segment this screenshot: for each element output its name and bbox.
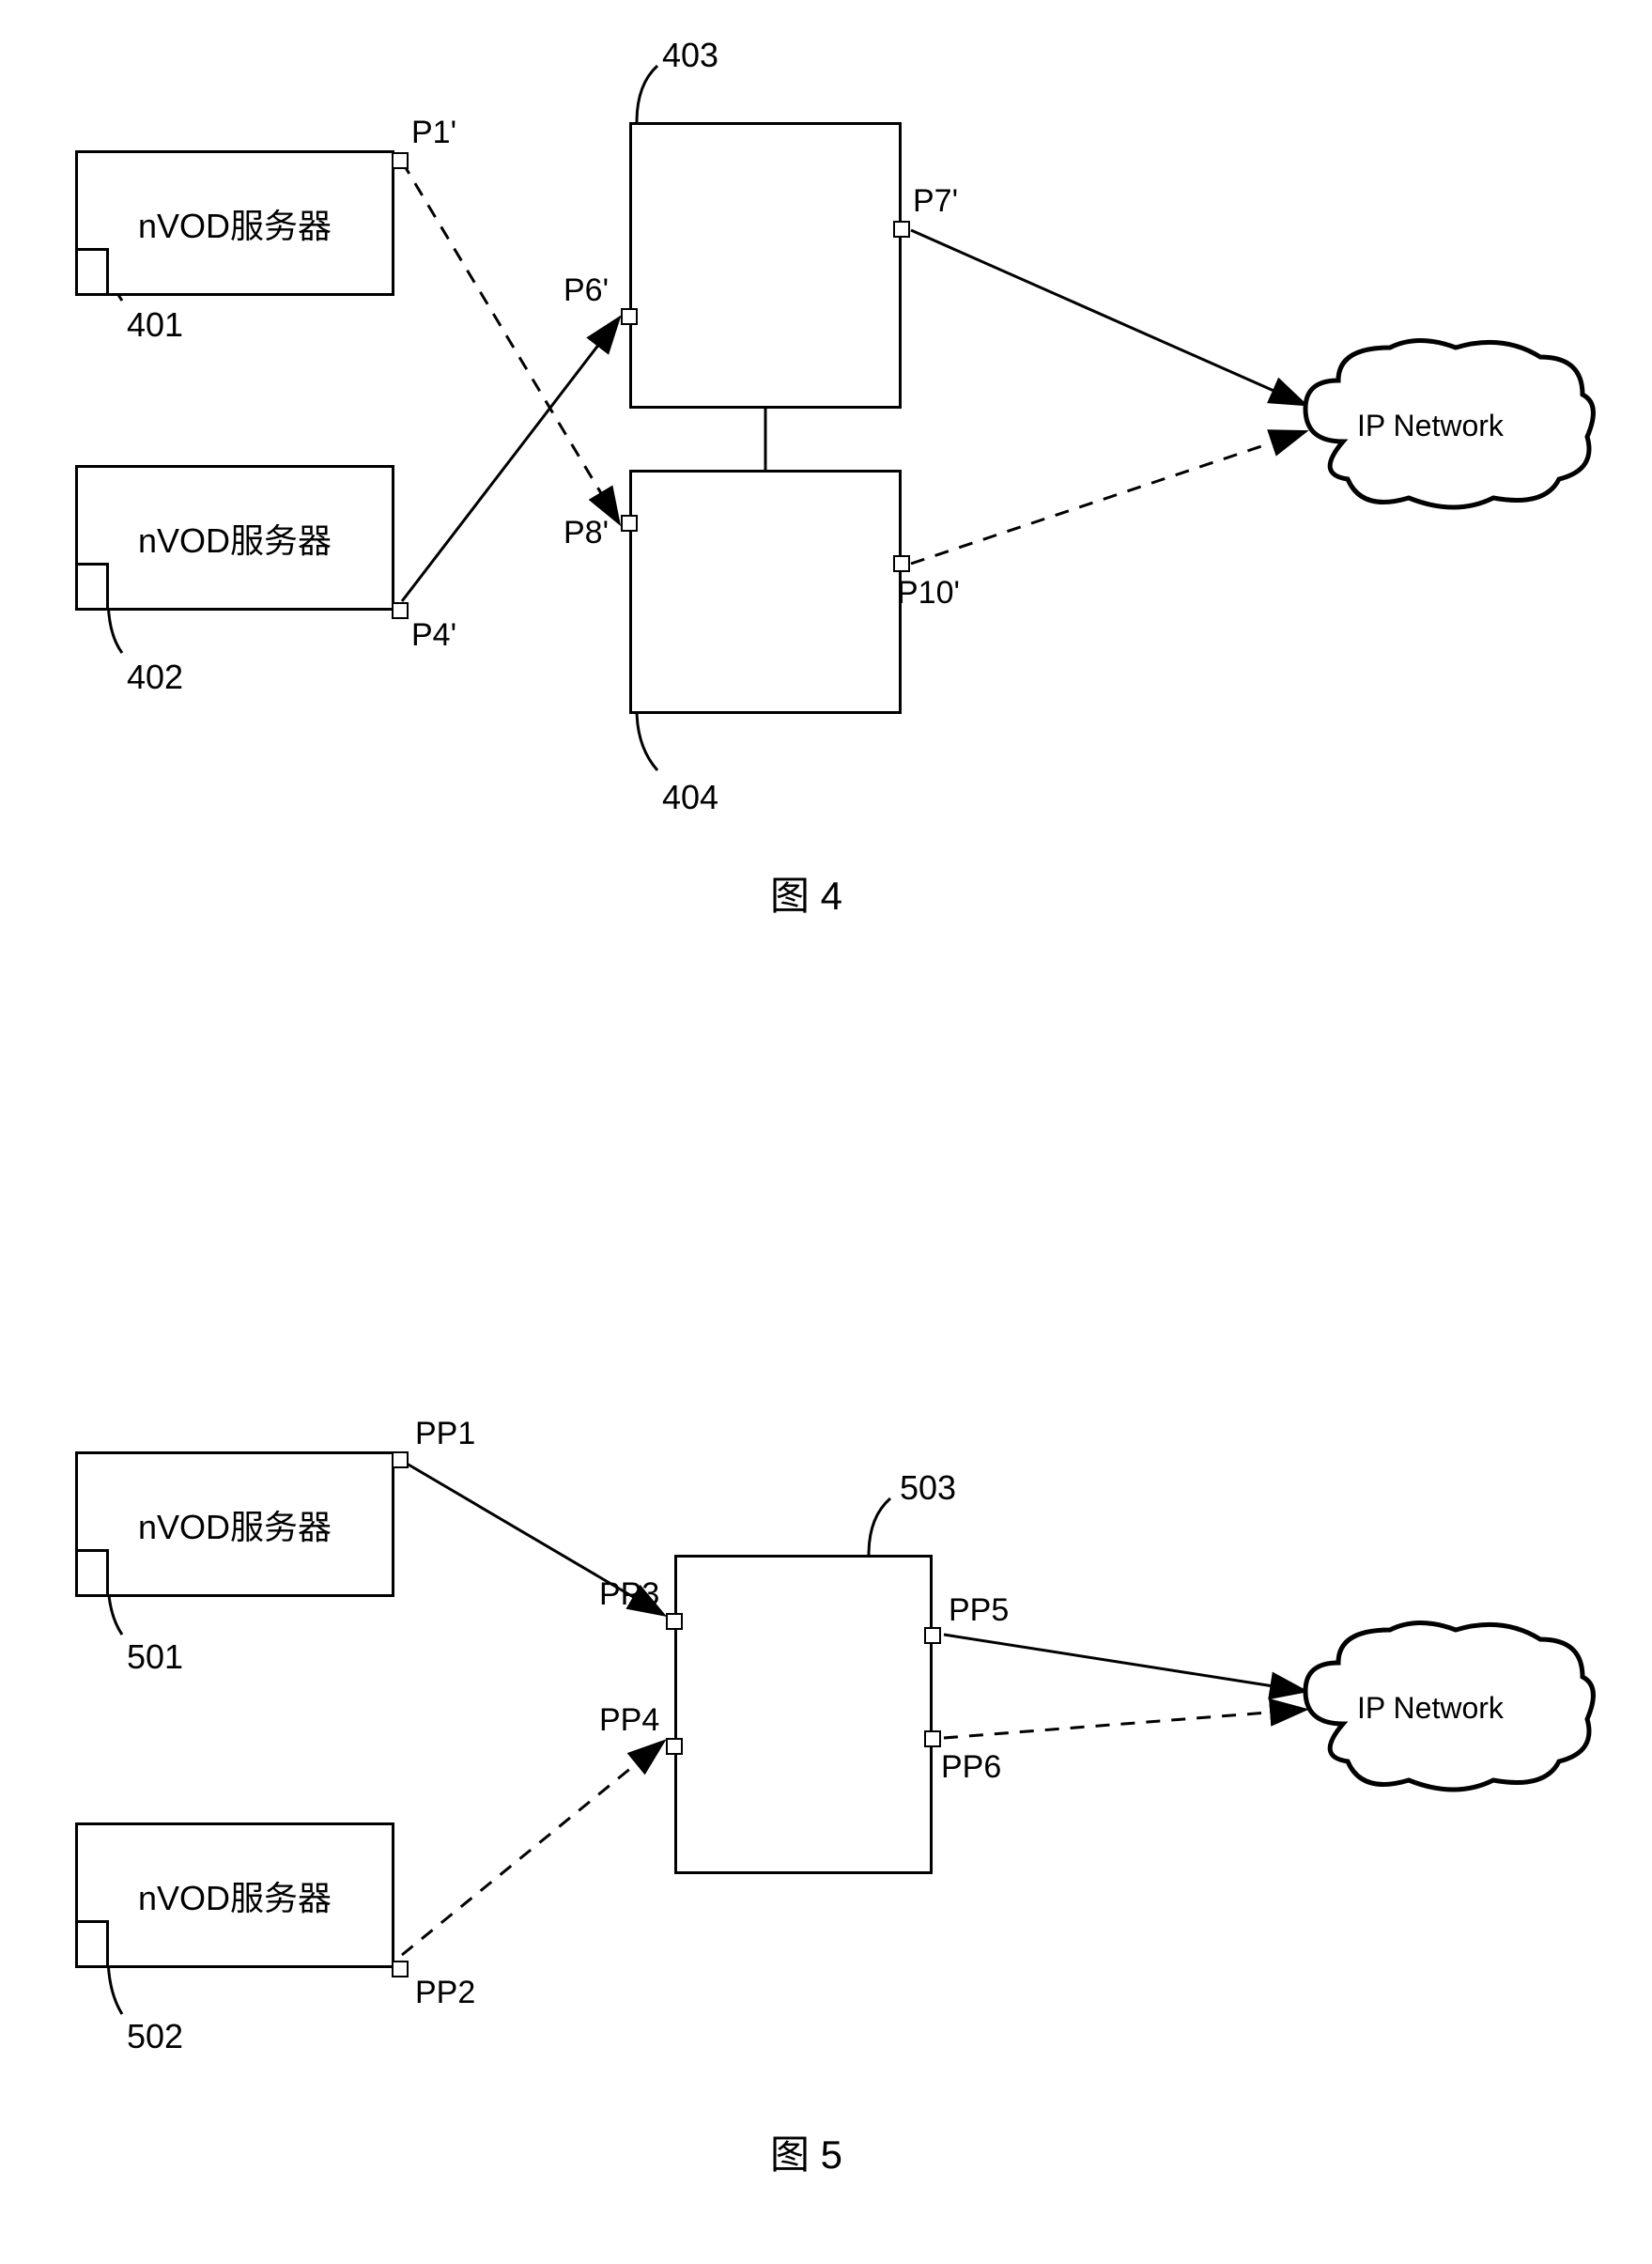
server-501-label: nVOD服务器 — [138, 1500, 332, 1549]
callout-502: 502 — [127, 2017, 183, 2056]
port-pp3 — [666, 1613, 683, 1630]
callout-404: 404 — [662, 778, 718, 817]
label-p4: P4' — [411, 617, 456, 654]
nvod-server-502: nVOD服务器 — [75, 1822, 394, 1968]
port-p4 — [392, 602, 409, 619]
cloud-label-fig4: IP Network — [1357, 409, 1504, 443]
server-1-label: nVOD服务器 — [138, 199, 332, 248]
server-2-label: nVOD服务器 — [138, 514, 332, 563]
figure-5: nVOD服务器 501 nVOD服务器 502 503 PP1 PP2 PP3 … — [0, 1240, 1652, 2179]
port-p1 — [392, 152, 409, 169]
ip-network-cloud-fig5: IP Network — [1287, 1611, 1606, 1813]
port-p7 — [893, 221, 910, 238]
figure-5-caption: 图 5 — [770, 2123, 842, 2180]
figure-4: nVOD服务器 401 nVOD服务器 402 403 404 P1' P4' … — [0, 0, 1652, 1033]
label-pp6: PP6 — [941, 1749, 1001, 1786]
port-pp6 — [924, 1730, 941, 1747]
callout-402: 402 — [127, 658, 183, 697]
label-pp2: PP2 — [415, 1975, 475, 2011]
callout-401: 401 — [127, 305, 183, 345]
nvod-server-501: nVOD服务器 — [75, 1451, 394, 1597]
label-p1: P1' — [411, 115, 456, 151]
label-pp5: PP5 — [949, 1592, 1009, 1629]
figure-4-caption: 图 4 — [770, 864, 842, 922]
label-pp3: PP3 — [599, 1576, 659, 1613]
cloud-label-fig5: IP Network — [1357, 1691, 1504, 1726]
nvod-server-2: nVOD服务器 — [75, 465, 394, 611]
nvod-server-1: nVOD服务器 — [75, 150, 394, 296]
port-p10 — [893, 555, 910, 572]
server-502-label: nVOD服务器 — [138, 1871, 332, 1920]
callout-501: 501 — [127, 1637, 183, 1677]
callout-503: 503 — [900, 1468, 956, 1508]
switch-403 — [629, 122, 902, 409]
switch-503 — [674, 1555, 933, 1874]
label-p8: P8' — [564, 515, 609, 551]
port-pp4 — [666, 1738, 683, 1755]
callout-403: 403 — [662, 36, 718, 75]
port-p8 — [621, 515, 638, 532]
label-p7: P7' — [913, 183, 958, 220]
label-pp4: PP4 — [599, 1702, 659, 1739]
port-pp2 — [392, 1961, 409, 1977]
label-p6: P6' — [564, 272, 609, 309]
port-pp1 — [392, 1451, 409, 1468]
port-p6 — [621, 308, 638, 325]
label-p10: P10' — [897, 575, 960, 612]
switch-404 — [629, 470, 902, 714]
label-pp1: PP1 — [415, 1416, 475, 1452]
ip-network-cloud-fig4: IP Network — [1287, 329, 1606, 531]
port-pp5 — [924, 1627, 941, 1644]
